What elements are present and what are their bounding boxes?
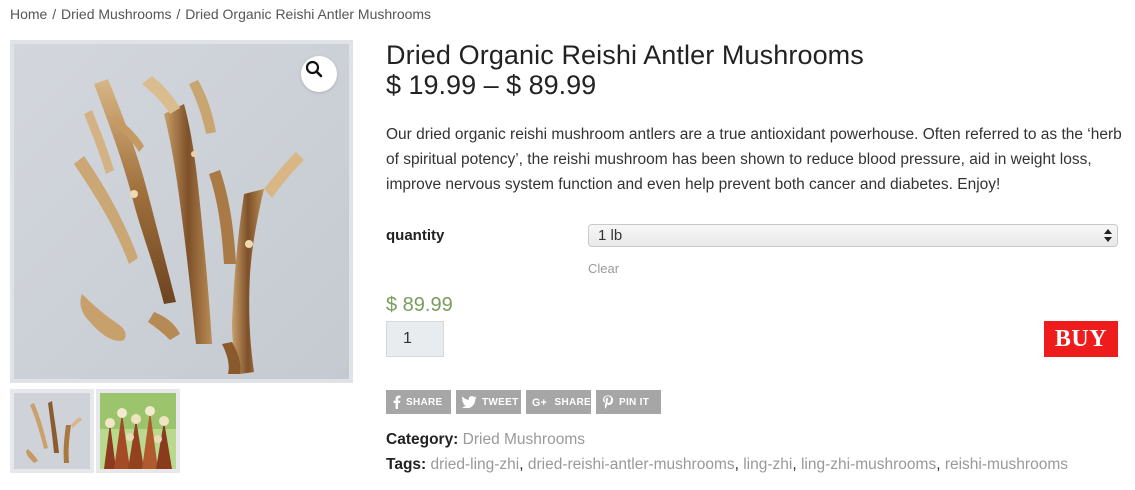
thumbnail-mushroom-photo [14, 393, 90, 469]
breadcrumb-category-link[interactable]: Dried Mushrooms [61, 6, 171, 22]
twitter-share-button[interactable]: TWEET [456, 390, 521, 414]
quantity-variation-select[interactable]: 1 lb [588, 224, 1118, 247]
tag-link[interactable]: dried-ling-zhi [431, 456, 520, 473]
updown-arrows-icon [1104, 229, 1112, 242]
breadcrumb-separator: / [176, 6, 181, 22]
pinterest-share-label: PIN IT [619, 396, 650, 408]
pinterest-share-button[interactable]: PIN IT [596, 390, 661, 414]
buy-button[interactable]: BUY [1044, 321, 1118, 357]
mushroom-photo [14, 44, 349, 379]
breadcrumb-home-link[interactable]: Home [10, 6, 47, 22]
clear-selection-link[interactable]: Clear [588, 261, 619, 276]
facebook-icon [393, 395, 401, 409]
product-tags: Tags: dried-ling-zhi, dried-reishi-antle… [386, 456, 1068, 474]
product-main-image[interactable] [10, 40, 353, 383]
facebook-share-button[interactable]: SHARE [386, 390, 451, 414]
thumbnail-1[interactable] [10, 389, 94, 473]
category-link[interactable]: Dried Mushrooms [463, 431, 585, 448]
twitter-icon [462, 396, 477, 408]
product-description: Our dried organic reishi mushroom antler… [386, 126, 1122, 193]
breadcrumb-current: Dried Organic Reishi Antler Mushrooms [185, 6, 432, 22]
breadcrumb-separator: / [52, 6, 57, 22]
tag-separator: , [734, 456, 739, 473]
select-value: 1 lb [598, 227, 623, 244]
product-title: Dried Organic Reishi Antler Mushrooms [386, 40, 864, 70]
google-plus-share-label: SHARE [554, 396, 591, 408]
thumbnail-growing-reishi-photo [100, 393, 176, 469]
tag-link[interactable]: dried-reishi-antler-mushrooms [528, 456, 735, 473]
breadcrumb: Home / Dried Mushrooms / Dried Organic R… [10, 6, 431, 22]
product-category: Category: Dried Mushrooms [386, 431, 585, 449]
google-plus-share-button[interactable]: G+ SHARE [526, 390, 591, 414]
product-price-range: $ 19.99 – $ 89.99 [386, 70, 597, 100]
tag-link[interactable]: ling-zhi-mushrooms [801, 456, 936, 473]
pinterest-icon [603, 395, 614, 409]
tag-link[interactable]: reishi-mushrooms [945, 456, 1068, 473]
tag-link[interactable]: ling-zhi [743, 456, 792, 473]
variation-price: $ 89.99 [386, 294, 453, 316]
google-plus-icon: G+ [532, 397, 547, 408]
quantity-input[interactable]: 1 [386, 321, 444, 357]
zoom-button[interactable] [301, 56, 337, 92]
tags-label: Tags: [386, 456, 427, 473]
category-label: Category: [386, 431, 459, 448]
twitter-share-label: TWEET [482, 396, 519, 408]
tag-separator: , [936, 456, 941, 473]
thumbnail-2[interactable] [96, 389, 180, 473]
svg-text:G+: G+ [532, 397, 547, 408]
variation-label: quantity [386, 227, 445, 244]
tag-separator: , [519, 456, 524, 473]
tag-separator: , [792, 456, 797, 473]
facebook-share-label: SHARE [406, 396, 443, 408]
magnifier-icon [305, 60, 323, 78]
